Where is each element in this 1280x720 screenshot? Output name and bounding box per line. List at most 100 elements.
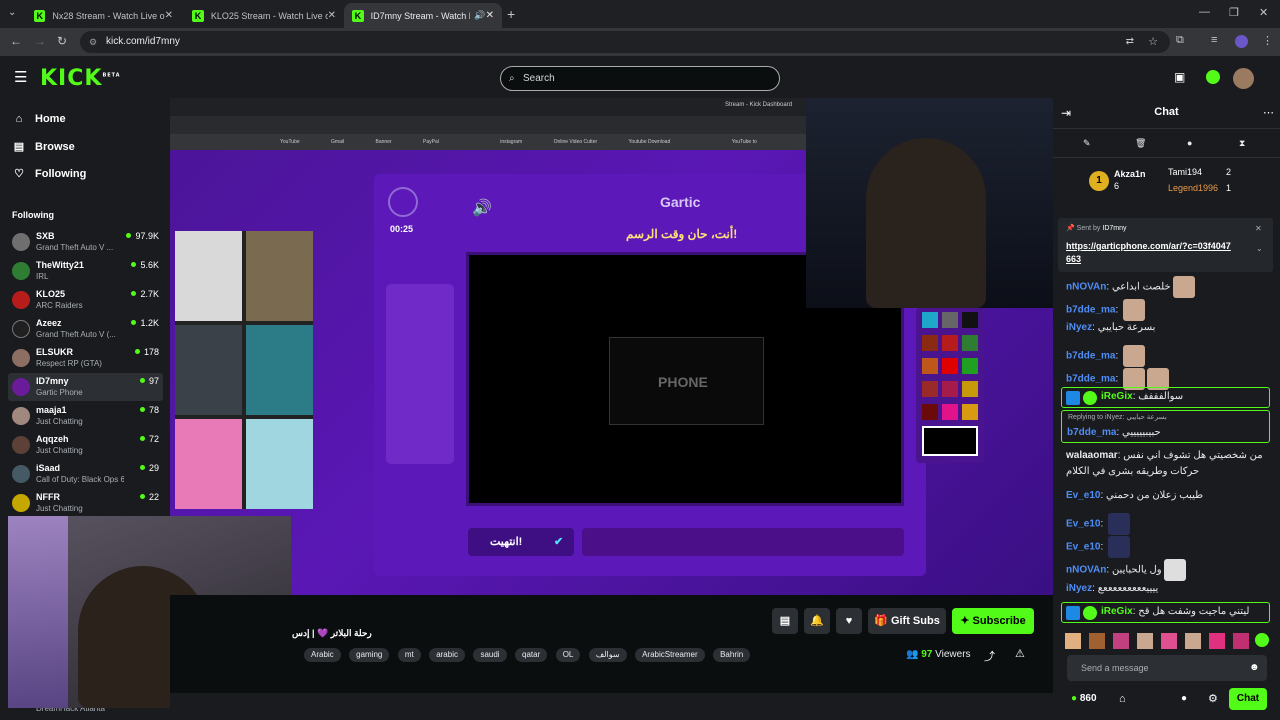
translate-icon[interactable]: ⇄ bbox=[1126, 31, 1134, 53]
emote[interactable] bbox=[1065, 633, 1081, 649]
pin-icon[interactable]: ✎ bbox=[1083, 138, 1091, 149]
bookmark-star-icon[interactable]: ☆ bbox=[1148, 31, 1158, 53]
tag[interactable]: arabic bbox=[429, 648, 465, 662]
unpin-icon[interactable]: ✕ bbox=[1255, 224, 1262, 233]
channel-item[interactable]: iSaad Call of Duty: Black Ops 6 29 bbox=[8, 460, 163, 488]
chat-options-icon[interactable]: ⋯ bbox=[1263, 106, 1274, 119]
avatar bbox=[12, 320, 30, 338]
tag[interactable]: ArabicStreamer bbox=[635, 648, 705, 662]
emote[interactable] bbox=[1255, 633, 1269, 647]
notification-button[interactable]: 🔔 bbox=[804, 608, 830, 634]
chat-username[interactable]: iReGix bbox=[1101, 606, 1133, 617]
browser-tab-1[interactable]: K Nx28 Stream - Watch Live on Ki ✕ bbox=[26, 3, 181, 28]
chat-bubble-icon[interactable]: ● bbox=[1181, 693, 1187, 704]
reload-icon[interactable]: ↻ bbox=[57, 34, 67, 48]
channel-item[interactable]: Azeez Grand Theft Auto V (... 1.2K bbox=[8, 315, 163, 343]
chat-username[interactable]: b7dde_ma bbox=[1067, 427, 1116, 438]
message-icon[interactable]: ● bbox=[1187, 138, 1192, 148]
subscribe-button[interactable]: ✦ Subscribe bbox=[952, 608, 1034, 634]
channel-item[interactable]: Aqqzeh Just Chatting 72 bbox=[8, 431, 163, 459]
nav-home[interactable]: ⌂ Home bbox=[12, 113, 66, 125]
nav-following[interactable]: ♡ Following bbox=[12, 167, 86, 180]
browser-tab-3[interactable]: K ID7mny Stream - Watch Live 🔊 ✕ bbox=[344, 3, 502, 28]
share-icon[interactable]: ⤴ bbox=[984, 648, 995, 664]
settings-gear-icon[interactable]: ⚙ bbox=[1208, 692, 1218, 705]
tab-search-icon[interactable]: ⌄ bbox=[8, 7, 16, 18]
viewer-count: 78 bbox=[140, 405, 159, 415]
channel-item[interactable]: ELSUKR Respect RP (GTA) 178 bbox=[8, 344, 163, 372]
report-icon[interactable]: ⚠ bbox=[1015, 647, 1025, 660]
chat-username[interactable]: iNyez bbox=[1066, 583, 1092, 594]
emote[interactable] bbox=[1209, 633, 1225, 649]
tag[interactable]: saudi bbox=[473, 648, 507, 662]
chat-username[interactable]: Ev_e10 bbox=[1066, 490, 1100, 501]
emoji-picker-icon[interactable]: ☻ bbox=[1249, 655, 1260, 681]
pinned-link[interactable]: https://garticphone.com/ar/?c=03f4047663 bbox=[1066, 240, 1234, 266]
menu-hamburger-icon[interactable]: ☰ bbox=[14, 68, 27, 86]
emote[interactable] bbox=[1185, 633, 1201, 649]
streamer-facecam bbox=[806, 98, 1053, 308]
chat-username[interactable]: Ev_e10 bbox=[1066, 519, 1100, 530]
tag[interactable]: سوالف bbox=[588, 648, 627, 662]
browser-tab-2[interactable]: K KLO25 Stream - Watch Live on K ✕ bbox=[184, 3, 344, 28]
tag[interactable]: gaming bbox=[349, 648, 390, 662]
chat-username[interactable]: b7dde_ma bbox=[1066, 374, 1115, 385]
tag[interactable]: Arabic bbox=[304, 648, 341, 662]
kick-logo[interactable]: KICKBETA bbox=[40, 66, 121, 91]
chat-username[interactable]: b7dde_ma bbox=[1066, 351, 1115, 362]
tag[interactable]: qatar bbox=[515, 648, 548, 662]
hourglass-icon[interactable]: ⧗ bbox=[1239, 138, 1245, 149]
user-avatar[interactable] bbox=[1233, 68, 1254, 89]
nav-browse[interactable]: ▤ Browse bbox=[12, 140, 75, 153]
gift-subs-button[interactable]: 🎁 Gift Subs bbox=[868, 608, 946, 634]
chat-username[interactable]: iNyez bbox=[1066, 322, 1092, 333]
emote[interactable] bbox=[1233, 633, 1249, 649]
chat-username[interactable]: b7dde_ma bbox=[1066, 305, 1115, 316]
profile-avatar[interactable] bbox=[1235, 35, 1248, 48]
chat-username[interactable]: iReGix bbox=[1101, 391, 1133, 402]
clip-button[interactable]: ▤ bbox=[772, 608, 798, 634]
chat-username[interactable]: nNOVAn bbox=[1066, 565, 1106, 576]
points-display[interactable]: ● 860 bbox=[1071, 693, 1097, 704]
chat-input[interactable]: Send a message ☻ bbox=[1067, 655, 1267, 681]
chat-username[interactable]: nNOVAn bbox=[1066, 282, 1106, 293]
channel-item[interactable]: SXB Grand Theft Auto V ... 97.9K bbox=[8, 228, 163, 256]
chat-username[interactable]: walaaomar bbox=[1066, 450, 1118, 461]
search-input[interactable]: ⌕ Search bbox=[500, 66, 780, 91]
media-icon[interactable]: ≡ bbox=[1211, 34, 1217, 46]
minimize-icon[interactable]: — bbox=[1199, 6, 1210, 18]
maximize-icon[interactable]: ❐ bbox=[1229, 6, 1239, 19]
close-window-icon[interactable]: ✕ bbox=[1259, 6, 1268, 19]
forward-icon[interactable]: → bbox=[34, 34, 46, 48]
back-icon[interactable]: ← bbox=[10, 34, 22, 48]
channel-item[interactable]: KLO25 ARC Raiders 2.7K bbox=[8, 286, 163, 314]
browser-menu-icon[interactable]: ⋮ bbox=[1262, 34, 1273, 47]
address-bar[interactable]: ⚙ kick.com/id7mny ⇄ ☆ bbox=[80, 31, 1170, 53]
send-chat-button[interactable]: Chat bbox=[1229, 688, 1267, 710]
close-tab-icon[interactable]: ✕ bbox=[328, 10, 336, 21]
extensions-icon[interactable]: ⧉ bbox=[1176, 34, 1184, 47]
channel-item[interactable]: maaja1 Just Chatting 78 bbox=[8, 402, 163, 430]
emote[interactable] bbox=[1161, 633, 1177, 649]
tag[interactable]: mt bbox=[397, 648, 421, 662]
store-icon[interactable]: ⌂ bbox=[1119, 693, 1126, 705]
tag[interactable]: Bahrin bbox=[713, 648, 751, 662]
close-tab-icon[interactable]: ✕ bbox=[165, 10, 173, 21]
emote[interactable] bbox=[1089, 633, 1105, 649]
chat-username[interactable]: Ev_e10 bbox=[1066, 542, 1100, 553]
inbox-icon[interactable]: ▣ bbox=[1174, 70, 1185, 84]
site-info-icon[interactable]: ⚙ bbox=[89, 31, 97, 53]
channel-item-active[interactable]: ID7mny Gartic Phone 97 bbox=[8, 373, 163, 401]
tag[interactable]: OL bbox=[555, 648, 581, 662]
close-tab-icon[interactable]: ✕ bbox=[486, 10, 494, 21]
emote[interactable] bbox=[1137, 633, 1153, 649]
channel-item[interactable]: TheWitty21 IRL 5.6K bbox=[8, 257, 163, 285]
trash-icon[interactable]: 🗑 bbox=[1135, 138, 1146, 149]
new-tab-icon[interactable]: + bbox=[507, 6, 515, 22]
kick-points-icon[interactable] bbox=[1206, 70, 1220, 84]
channel-item[interactable]: NFFR Just Chatting 22 bbox=[8, 489, 163, 517]
chevron-down-icon[interactable]: ⌄ bbox=[1256, 244, 1263, 253]
emote[interactable] bbox=[1113, 633, 1129, 649]
speaker-icon[interactable]: 🔊 bbox=[474, 10, 485, 21]
follow-button[interactable]: ♥ bbox=[836, 608, 862, 634]
